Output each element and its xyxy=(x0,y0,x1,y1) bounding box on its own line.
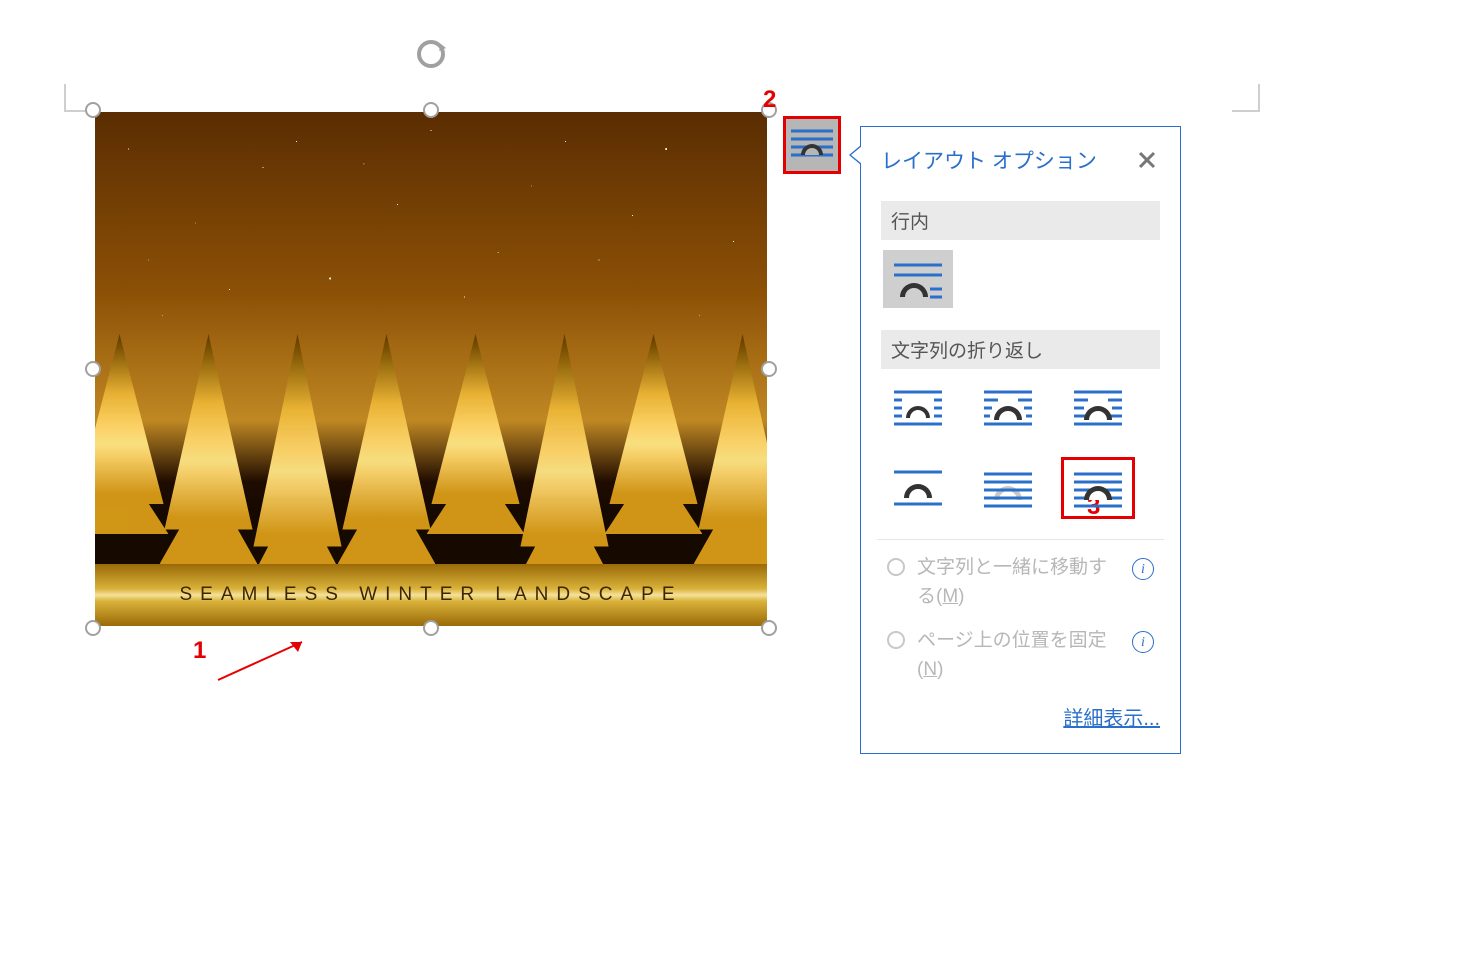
radio-icon xyxy=(887,558,905,576)
annotation-2: 2 xyxy=(763,86,776,114)
section-inline: 行内 xyxy=(881,201,1160,240)
close-icon xyxy=(1138,151,1156,169)
resize-handle-bl[interactable] xyxy=(85,620,101,636)
see-more-link[interactable]: 詳細表示... xyxy=(881,702,1160,731)
selected-image[interactable]: SEAMLESS WINTER LANDSCAPE xyxy=(95,112,767,626)
wrap-topbottom-icon xyxy=(890,466,946,510)
wrap-option-tight[interactable] xyxy=(973,379,1043,437)
wrap-square-icon xyxy=(890,386,946,430)
resize-handle-b[interactable] xyxy=(423,620,439,636)
resize-handle-tl[interactable] xyxy=(85,102,101,118)
image-content: SEAMLESS WINTER LANDSCAPE xyxy=(95,112,767,626)
wrap-option-inline[interactable] xyxy=(883,250,953,308)
section-wrap: 文字列の折り返し xyxy=(881,330,1160,369)
annotation-1: 1 xyxy=(193,637,206,665)
resize-handle-br[interactable] xyxy=(761,620,777,636)
rotate-handle[interactable] xyxy=(411,34,451,74)
radio-move-label: 文字列と一緒に移動する(M) xyxy=(917,554,1120,611)
close-button[interactable] xyxy=(1134,151,1160,169)
layout-options-popup: レイアウト オプション 行内 文字列の折り返し xyxy=(860,126,1181,754)
popup-title: レイアウト オプション xyxy=(881,145,1097,175)
page-margin-corner-tr xyxy=(1232,84,1260,112)
wrap-behind-icon xyxy=(980,466,1036,510)
resize-handle-t[interactable] xyxy=(423,102,439,118)
resize-handle-l[interactable] xyxy=(85,361,101,377)
wrap-front-icon xyxy=(1070,466,1126,510)
wrap-option-square[interactable] xyxy=(883,379,953,437)
layout-options-icon xyxy=(789,125,835,165)
wrap-option-topbottom[interactable] xyxy=(883,459,953,517)
layout-options-button[interactable] xyxy=(783,116,841,174)
wrap-option-behind[interactable] xyxy=(973,459,1043,517)
radio-fix-on-page: ページ上の位置を固定(N) i xyxy=(887,627,1154,684)
wrap-option-front[interactable] xyxy=(1063,459,1133,517)
annotation-1-arrow xyxy=(210,636,320,688)
info-icon[interactable]: i xyxy=(1132,558,1154,580)
info-icon[interactable]: i xyxy=(1132,631,1154,653)
wrap-inline-icon xyxy=(890,257,946,301)
radio-move-with-text: 文字列と一緒に移動する(M) i xyxy=(887,554,1154,611)
resize-handle-r[interactable] xyxy=(761,361,777,377)
wrap-tight-icon xyxy=(980,386,1036,430)
radio-fix-label: ページ上の位置を固定(N) xyxy=(917,627,1120,684)
radio-icon xyxy=(887,631,905,649)
wrap-option-through[interactable] xyxy=(1063,379,1133,437)
wrap-through-icon xyxy=(1070,386,1126,430)
image-caption: SEAMLESS WINTER LANDSCAPE xyxy=(179,584,682,606)
